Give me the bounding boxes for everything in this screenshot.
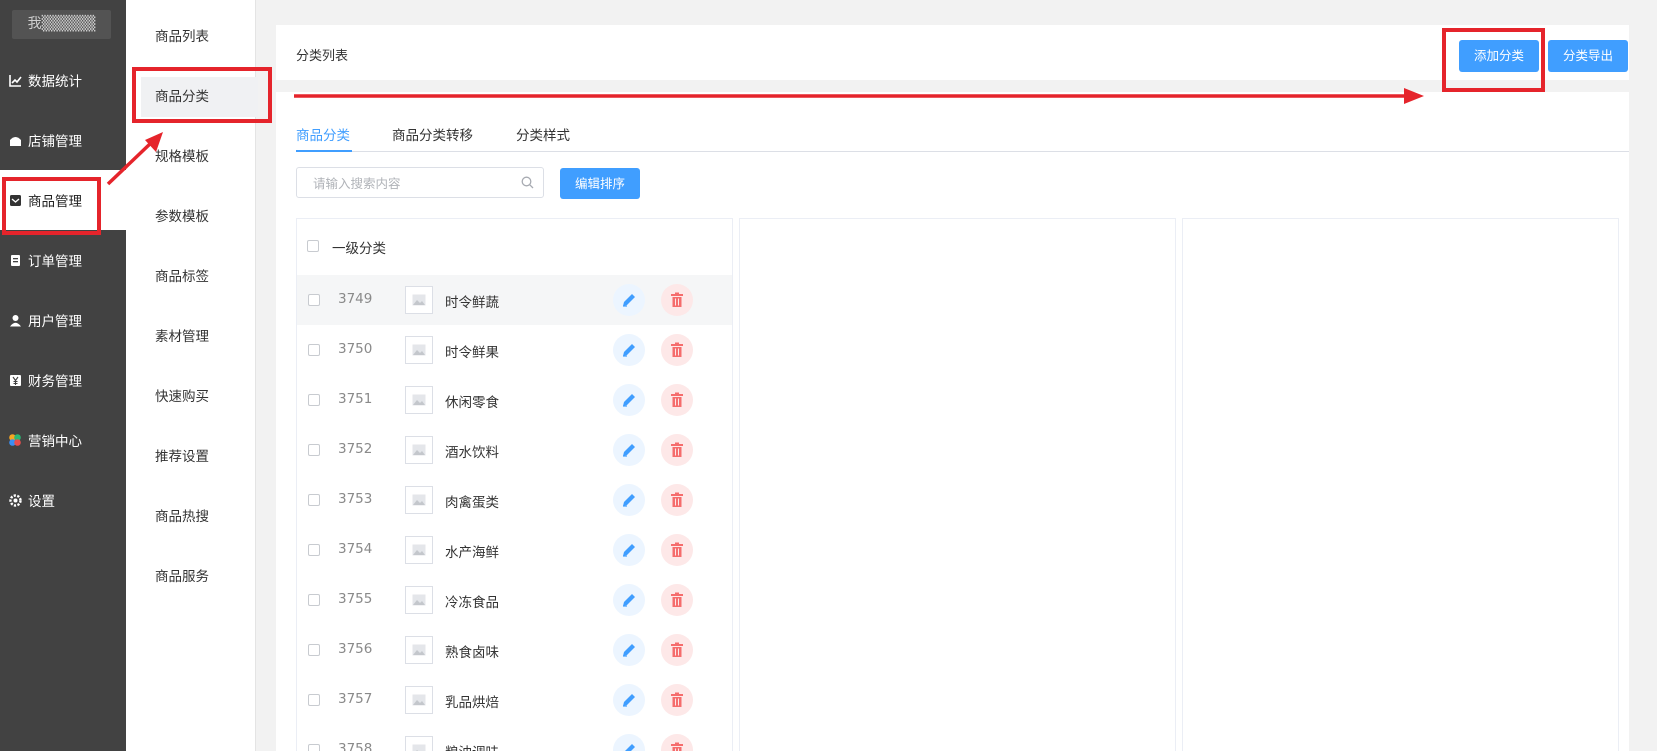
annotation-arrowhead (1404, 88, 1424, 104)
annotation-arrowhead (145, 132, 163, 152)
annotation-arrow-to-submenu (106, 140, 154, 186)
annotation-arrows (106, 88, 1424, 186)
